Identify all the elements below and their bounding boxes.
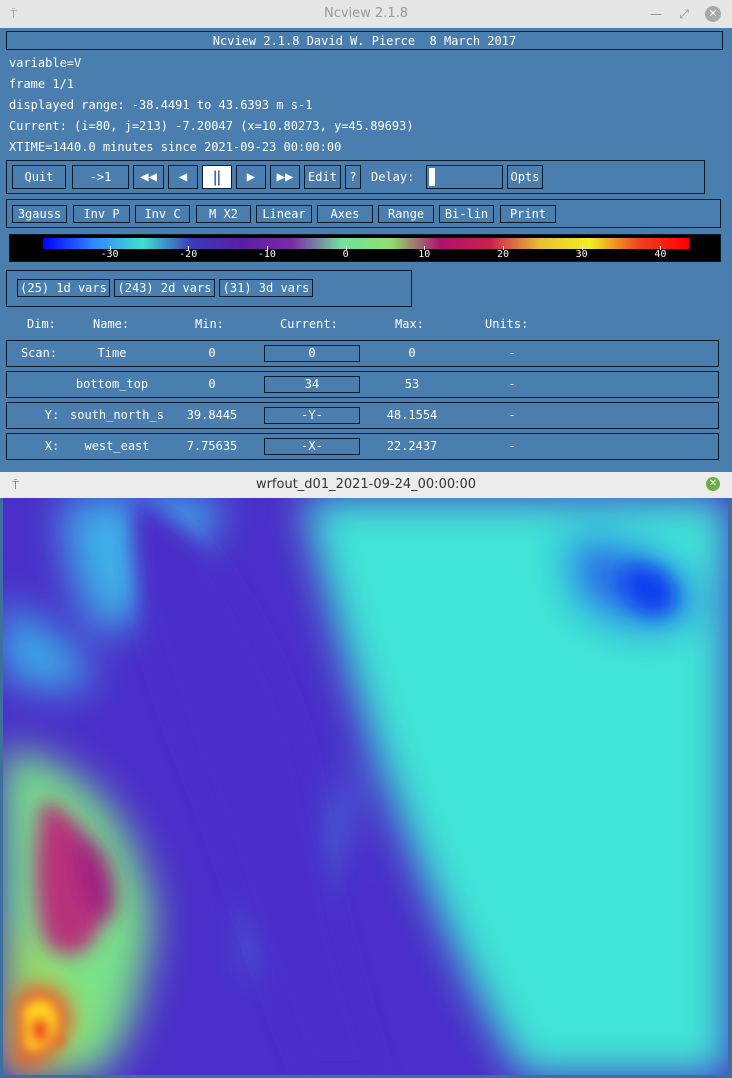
vars-1d-button[interactable]: (25) 1d vars xyxy=(17,279,110,297)
row-units: - xyxy=(508,439,516,453)
delay-slider[interactable] xyxy=(426,165,503,189)
minimize-icon[interactable]: — xyxy=(648,6,664,22)
row-name[interactable]: south_north_s xyxy=(62,403,172,428)
row-min: 0 xyxy=(208,346,216,360)
dimension-row-west-east: X: west_east 7.75635 -X- 22.2437 - xyxy=(6,433,719,460)
row-units: - xyxy=(508,377,516,391)
colorbar[interactable]: -30 -20 -10 0 10 20 30 40 xyxy=(9,234,721,262)
variable-label: variable=V xyxy=(9,56,82,70)
data-field-image[interactable] xyxy=(3,498,728,1075)
row-min: 39.8445 xyxy=(186,408,238,422)
fast-forward-icon[interactable]: ▶▶ xyxy=(270,165,300,189)
window-title: Ncview 2.1.8 xyxy=(323,6,409,21)
header-max: Max: xyxy=(395,317,424,331)
option-inv-c-button[interactable]: Inv C xyxy=(135,205,190,223)
help-button[interactable]: ? xyxy=(345,165,361,189)
close-icon[interactable]: ✕ xyxy=(705,6,721,22)
header-dim: Dim: xyxy=(27,317,56,331)
vars-3d-button[interactable]: (31) 3d vars xyxy=(219,279,313,297)
colorbar-tick-label: -30 xyxy=(100,249,119,260)
pause-icon[interactable]: ‖ xyxy=(202,165,232,189)
opts-button[interactable]: Opts xyxy=(507,165,543,189)
plot-window-title: wrfout_d01_2021-09-24_00:00:00 xyxy=(255,477,477,492)
version-banner: Ncview 2.1.8 David W. Pierce 8 March 201… xyxy=(6,31,723,50)
row-max: 53 xyxy=(404,377,420,391)
variable-groups: (25) 1d vars (243) 2d vars (31) 3d vars xyxy=(6,270,412,307)
vars-2d-button[interactable]: (243) 2d vars xyxy=(114,279,215,297)
row-current[interactable]: 34 xyxy=(264,376,360,393)
colorbar-tick-label: -10 xyxy=(257,249,276,260)
options-bar: 3gauss Inv P Inv C M X2 Linear Axes Rang… xyxy=(6,199,721,228)
row-current[interactable]: -X- xyxy=(264,438,360,455)
colorbar-tick-label: 10 xyxy=(418,249,431,260)
colorbar-ticks: -30 -20 -10 0 10 20 30 40 xyxy=(10,235,722,263)
plot-titlebar[interactable]: ⍑ wrfout_d01_2021-09-24_00:00:00 ✕ xyxy=(0,472,732,498)
edit-button[interactable]: Edit xyxy=(304,165,341,189)
colorbar-tick-label: 40 xyxy=(654,249,667,260)
colorbar-tick-label: 20 xyxy=(496,249,510,260)
quit-button[interactable]: Quit xyxy=(12,165,66,189)
row-name[interactable]: bottom_top xyxy=(62,372,162,397)
banner-text: Ncview 2.1.8 David W. Pierce 8 March 201… xyxy=(212,34,517,48)
row-max: 22.2437 xyxy=(386,439,438,453)
dimension-row-bottom-top: bottom_top 0 34 53 - xyxy=(6,371,719,398)
row-current[interactable]: -Y- xyxy=(264,407,360,424)
play-icon[interactable]: ▶ xyxy=(236,165,266,189)
row-max: 0 xyxy=(408,346,416,360)
option-range-button[interactable]: Range xyxy=(378,205,434,223)
row-name[interactable]: Time xyxy=(62,341,162,366)
header-name: Name: xyxy=(93,317,130,331)
option-bi-lin-button[interactable]: Bi-lin xyxy=(439,205,494,223)
ncview-control-panel: Ncview 2.1.8 David W. Pierce 8 March 201… xyxy=(0,28,732,472)
option-linear-button[interactable]: Linear xyxy=(256,205,312,223)
step-back-icon[interactable]: ◀ xyxy=(168,165,198,189)
colorbar-tick-label: 0 xyxy=(342,249,349,260)
close-icon[interactable]: ✕ xyxy=(706,477,720,491)
header-min: Min: xyxy=(195,317,224,331)
dimension-row-time: Scan: Time 0 0 0 - xyxy=(6,340,719,367)
row-min: 7.75635 xyxy=(186,439,238,453)
option-inv-p-button[interactable]: Inv P xyxy=(73,205,130,223)
colorbar-tick-label: 30 xyxy=(575,249,588,260)
maximize-icon[interactable]: ⤢ xyxy=(676,6,692,22)
option-axes-button[interactable]: Axes xyxy=(317,205,373,223)
row-max: 48.1554 xyxy=(386,408,438,422)
main-titlebar[interactable]: ⍑ Ncview 2.1.8 — ⤢ ✕ xyxy=(0,0,732,29)
xtime-label: XTIME=1440.0 minutes since 2021-09-23 00… xyxy=(9,140,342,154)
current-label: Current: (i=80, j=213) -7.20047 (x=10.80… xyxy=(9,119,414,133)
row-min: 0 xyxy=(208,377,216,391)
row-units: - xyxy=(508,346,516,360)
go-first-button[interactable]: ->1 xyxy=(72,165,129,189)
row-current[interactable]: 0 xyxy=(264,345,360,362)
option-mx2-button[interactable]: M X2 xyxy=(196,205,251,223)
header-units: Units: xyxy=(485,317,529,331)
frame-label: frame 1/1 xyxy=(9,77,75,91)
navigation-bar: Quit ->1 ◀◀ ◀ ‖ ▶ ▶▶ Edit ? Delay: Opts xyxy=(6,160,705,194)
fast-rewind-icon[interactable]: ◀◀ xyxy=(133,165,164,189)
plot-window: ⍑ wrfout_d01_2021-09-24_00:00:00 ✕ xyxy=(0,472,732,1078)
range-label: displayed range: -38.4491 to 43.6393 m s… xyxy=(9,98,313,112)
dimension-row-south-north: Y: south_north_s 39.8445 -Y- 48.1554 - xyxy=(6,402,719,429)
option-print-button[interactable]: Print xyxy=(500,205,556,223)
field-rendering xyxy=(3,498,728,1075)
delay-slider-thumb[interactable] xyxy=(429,168,435,186)
row-units: - xyxy=(508,408,516,422)
delay-label: Delay: xyxy=(371,170,415,184)
row-name[interactable]: west_east xyxy=(62,434,172,459)
option-3gauss-button[interactable]: 3gauss xyxy=(12,205,67,223)
colorbar-tick-label: -20 xyxy=(179,249,198,260)
header-current: Current: xyxy=(280,317,338,331)
